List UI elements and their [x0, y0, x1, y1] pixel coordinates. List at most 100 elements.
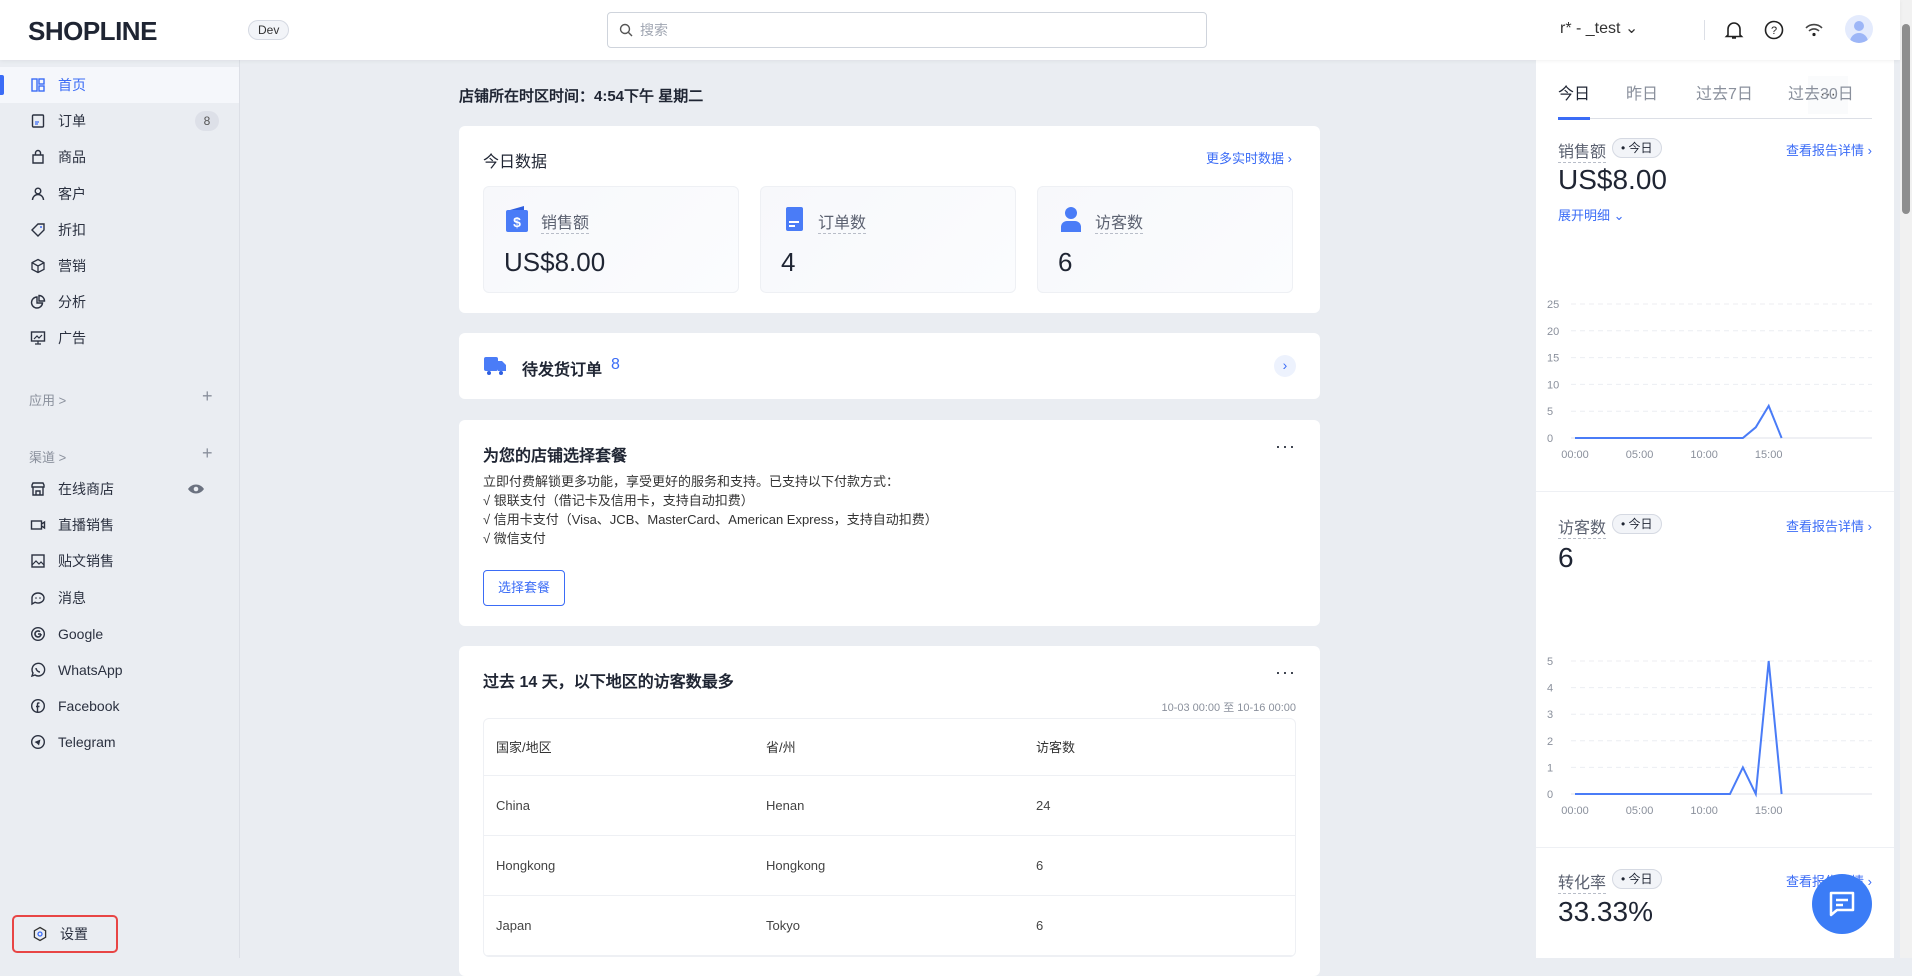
- choose-plan-button[interactable]: 选择套餐: [483, 570, 565, 606]
- more-realtime-link[interactable]: 更多实时数据 ›: [1206, 148, 1292, 167]
- bag-icon: [30, 149, 46, 165]
- stat-label: 销售额: [541, 209, 589, 234]
- search-icon: [619, 23, 633, 37]
- sales-chart: 051015202500:0005:0010:0015:00: [1536, 234, 1894, 476]
- x-tick-label: 15:00: [1755, 449, 1783, 461]
- sidebar-item-chat[interactable]: 消息: [0, 580, 239, 616]
- visitor-person-icon: [1058, 205, 1084, 233]
- stat-orders[interactable]: 订单数 4: [760, 186, 1016, 293]
- column-header: 国家/地区: [484, 719, 754, 775]
- sidebar-item-whatsapp[interactable]: WhatsApp: [0, 652, 239, 688]
- metric-label[interactable]: 转化率: [1558, 869, 1606, 894]
- shopline-logo[interactable]: SHOPLINE: [28, 16, 157, 47]
- stat-label: 订单数: [818, 209, 866, 234]
- card-title: 过去 14 天，以下地区的访客数最多: [483, 668, 734, 692]
- top-regions-card: 过去 14 天，以下地区的访客数最多 ··· 10-03 00:00 至 10-…: [459, 646, 1320, 976]
- sidebar-item-image[interactable]: 贴文销售: [0, 543, 239, 579]
- more-options-icon[interactable]: ···: [1275, 662, 1296, 683]
- tab-0[interactable]: 今日: [1558, 80, 1590, 104]
- search-placeholder: 搜索: [640, 22, 668, 38]
- x-tick-label: 05:00: [1626, 805, 1654, 817]
- sidebar-item-user[interactable]: 客户: [0, 176, 239, 212]
- sidebar-item-video[interactable]: 直播销售: [0, 507, 239, 543]
- y-tick-label: 2: [1547, 736, 1553, 748]
- sidebar-item-pie-chart[interactable]: 分析: [0, 284, 239, 320]
- sidebar-item-google[interactable]: Google: [0, 616, 239, 652]
- tab-1[interactable]: 昨日: [1626, 80, 1658, 104]
- more-options-icon[interactable]: ···: [1275, 436, 1296, 457]
- avatar[interactable]: [1845, 15, 1873, 43]
- sidebar-item-store[interactable]: 在线商店: [0, 471, 239, 507]
- sidebar-item-label: 消息: [58, 588, 86, 608]
- chat-icon: [30, 590, 46, 606]
- sidebar-item-tag[interactable]: 折扣: [0, 212, 239, 248]
- stat-label: 访客数: [1095, 209, 1143, 234]
- whatsapp-icon: [30, 662, 46, 678]
- store-switcher[interactable]: r* - _test ⌄: [1560, 18, 1638, 38]
- chevron-right-icon[interactable]: ›: [1274, 355, 1296, 377]
- help-icon[interactable]: ?: [1762, 18, 1786, 42]
- metric-value: 6: [1558, 542, 1574, 574]
- sidebar-item-label: 客户: [58, 184, 86, 204]
- chat-support-button[interactable]: [1812, 874, 1872, 934]
- scrollbar-thumb[interactable]: [1902, 24, 1910, 214]
- sidebar-item-telegram[interactable]: Telegram: [0, 724, 239, 760]
- sidebar-item-settings[interactable]: 设置: [2, 916, 112, 952]
- table-row: ChinaHenan24: [484, 775, 1295, 835]
- ad-monitor-icon: [30, 330, 46, 346]
- eye-icon[interactable]: [187, 483, 205, 495]
- table-cell: Hongkong: [754, 835, 1024, 895]
- y-tick-label: 0: [1547, 433, 1553, 445]
- period-pill: • 今日: [1612, 138, 1662, 158]
- y-tick-label: 1: [1547, 762, 1553, 774]
- stat-value: 6: [1058, 247, 1072, 278]
- metric-label[interactable]: 销售额: [1558, 138, 1606, 163]
- stat-visitors[interactable]: 访客数 6: [1037, 186, 1293, 293]
- sidebar-item-cube[interactable]: 营销: [0, 248, 239, 284]
- view-report-link[interactable]: 查看报告详情 ›: [1786, 516, 1872, 535]
- channels-section-label[interactable]: 渠道 >: [29, 447, 66, 466]
- expand-details-link[interactable]: 展开明细 ⌄: [1558, 205, 1625, 224]
- sidebar-item-bag[interactable]: 商品: [0, 139, 239, 175]
- add-channel-icon[interactable]: +: [202, 443, 213, 464]
- dashboard-icon: [30, 77, 46, 93]
- video-icon: [30, 517, 46, 533]
- sidebar-item-label: 折扣: [58, 220, 86, 240]
- settings-hexagon-icon: [32, 926, 48, 942]
- stat-sales[interactable]: $ 销售额 US$8.00: [483, 186, 739, 293]
- tab-3[interactable]: 过去30日: [1788, 80, 1854, 104]
- bell-icon[interactable]: [1722, 18, 1746, 42]
- view-report-link[interactable]: 查看报告详情 ›: [1786, 140, 1872, 159]
- pending-shipment-card[interactable]: 待发货订单 8 ›: [459, 333, 1320, 399]
- active-tab-indicator: [1558, 117, 1590, 120]
- visitors-chart: 01234500:0005:0010:0015:00: [1536, 590, 1894, 832]
- period-pill: • 今日: [1612, 869, 1662, 889]
- sidebar-item-facebook[interactable]: Facebook: [0, 688, 239, 724]
- card-title: 为您的店铺选择套餐: [483, 442, 627, 466]
- metric-label[interactable]: 访客数: [1558, 514, 1606, 539]
- wifi-icon[interactable]: [1802, 18, 1826, 42]
- apps-section-label[interactable]: 应用 >: [29, 390, 66, 409]
- store-time: 店铺所在时区时间：4:54下午 星期二: [459, 85, 703, 106]
- regions-table: 国家/地区 省/州 访客数 ChinaHenan24HongkongHongko…: [483, 718, 1296, 957]
- scrollbar[interactable]: [1900, 0, 1912, 958]
- order-icon: [30, 113, 46, 129]
- tab-2[interactable]: 过去7日: [1696, 80, 1753, 104]
- pending-label: 待发货订单: [522, 356, 602, 380]
- y-tick-label: 5: [1547, 406, 1553, 418]
- realtime-panel: ··· 销售额 • 今日 查看报告详情 › US$8.00 展开明细 ⌄ 051…: [1536, 60, 1894, 958]
- search-input[interactable]: 搜索: [607, 12, 1207, 48]
- sidebar-item-dashboard[interactable]: 首页: [0, 67, 239, 103]
- table-row: JapanTokyo6: [484, 895, 1295, 955]
- table-cell: Hongkong: [484, 835, 754, 895]
- sidebar-item-label: 营销: [58, 256, 86, 276]
- today-data-card: 今日数据 更多实时数据 › $ 销售额 US$8.00 订单数 4 访客数 6: [459, 126, 1320, 313]
- sidebar-item-label: 广告: [58, 328, 86, 348]
- sidebar-item-ad-monitor[interactable]: 广告: [0, 320, 239, 356]
- sidebar-item-label: WhatsApp: [58, 662, 123, 678]
- sidebar-item-label: 在线商店: [58, 479, 114, 499]
- svg-text:$: $: [513, 214, 521, 230]
- add-app-icon[interactable]: +: [202, 386, 213, 407]
- sidebar-item-order[interactable]: 订单8: [0, 103, 239, 139]
- sidebar-item-label: 直播销售: [58, 515, 114, 535]
